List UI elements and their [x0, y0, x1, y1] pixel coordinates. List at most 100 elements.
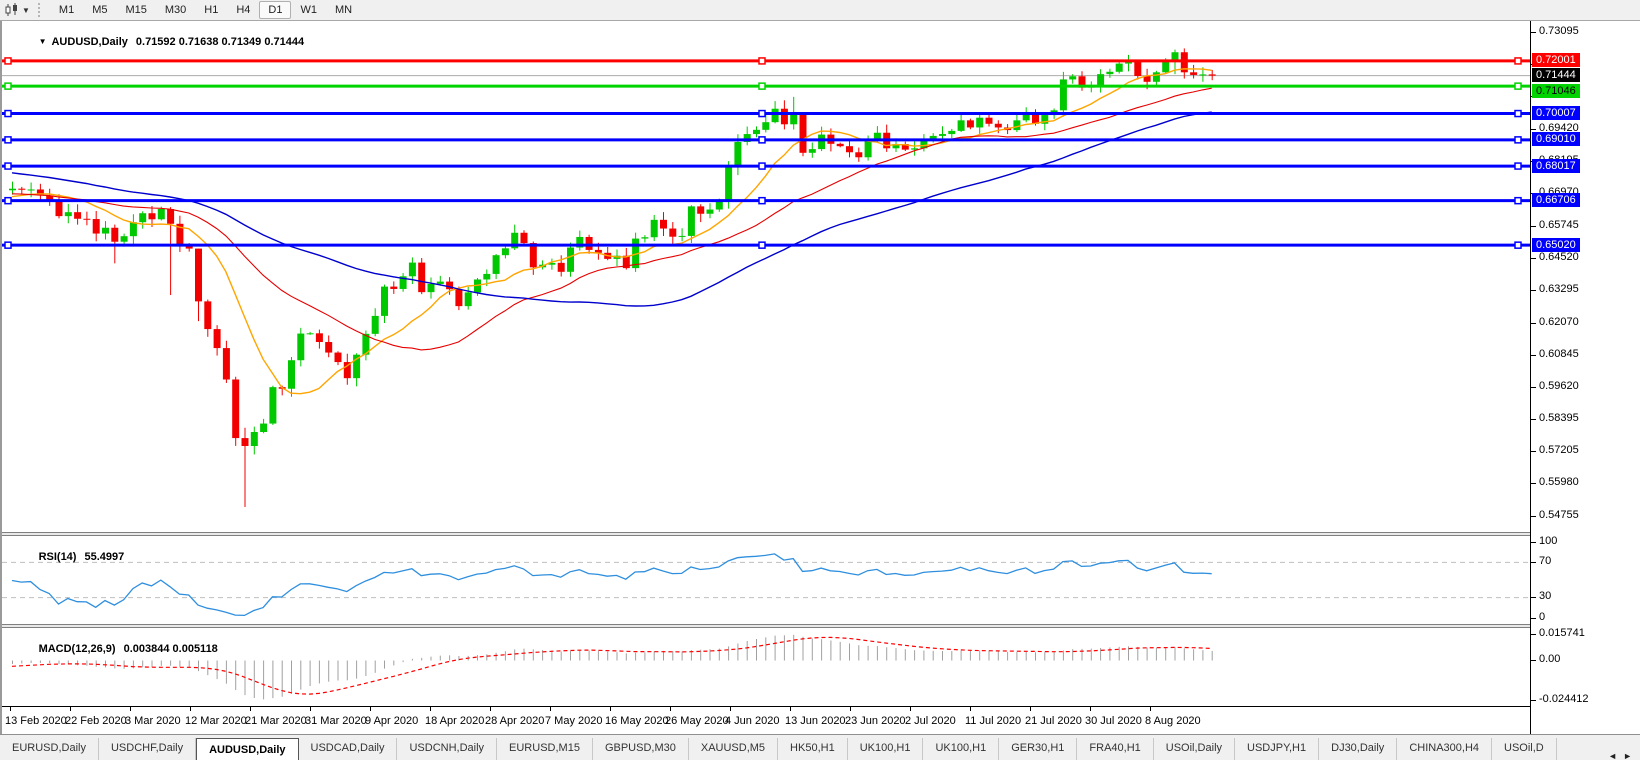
- chart-tab-eurusd-m15[interactable]: EURUSD,M15: [497, 738, 593, 760]
- timeframe-button-m15[interactable]: M15: [116, 1, 155, 19]
- line-drag-handle[interactable]: [1515, 83, 1521, 89]
- candle-body: [948, 131, 955, 134]
- line-drag-handle[interactable]: [759, 163, 765, 169]
- chart-tab-usoil-daily[interactable]: USOil,Daily: [1154, 738, 1235, 760]
- candle-body: [809, 149, 816, 153]
- date-tick-mark: [430, 707, 431, 711]
- chart-tab-xauusd-m5[interactable]: XAUUSD,M5: [689, 738, 778, 760]
- chart-tab-gbpusd-m30[interactable]: GBPUSD,M30: [593, 738, 689, 760]
- candle-body: [242, 438, 249, 446]
- line-drag-handle[interactable]: [759, 83, 765, 89]
- line-drag-handle[interactable]: [5, 111, 11, 117]
- candle-body: [939, 134, 946, 136]
- candle-body: [986, 118, 993, 124]
- chart-type-icon[interactable]: [3, 2, 21, 18]
- candle-body: [1106, 72, 1113, 74]
- price-axis[interactable]: 0.730950.718700.706450.694200.681950.669…: [1530, 21, 1640, 734]
- axis-tick-mark: [1531, 419, 1536, 420]
- axis-tick-mark: [1531, 618, 1536, 619]
- axis-tick-mark: [1531, 32, 1536, 33]
- chart-tab-ger30-h1[interactable]: GER30,H1: [999, 738, 1077, 760]
- chart-tab-china300-h4[interactable]: CHINA300,H4: [1397, 738, 1492, 760]
- tabs: EURUSD,DailyUSDCHF,DailyAUDUSD,DailyUSDC…: [0, 738, 1557, 760]
- date-tick-label: 12 Mar 2020: [185, 715, 247, 727]
- chart-tab-eurusd-daily[interactable]: EURUSD,Daily: [0, 738, 99, 760]
- tab-scroll-right-icon[interactable]: ►: [1623, 751, 1632, 760]
- chart-tab-usoil-d[interactable]: USOil,D: [1492, 738, 1557, 760]
- chart-tab-usdjpy-h1[interactable]: USDJPY,H1: [1235, 738, 1319, 760]
- line-drag-handle[interactable]: [5, 198, 11, 204]
- line-drag-handle[interactable]: [759, 198, 765, 204]
- chart-tab-uk100-h1[interactable]: UK100,H1: [848, 738, 924, 760]
- line-drag-handle[interactable]: [1515, 111, 1521, 117]
- line-drag-handle[interactable]: [759, 58, 765, 64]
- candle-body: [1153, 72, 1160, 82]
- date-tick-mark: [730, 707, 731, 711]
- timeframe-button-m1[interactable]: M1: [50, 1, 83, 19]
- candle-body: [530, 243, 537, 267]
- candle-body: [335, 353, 342, 363]
- line-drag-handle[interactable]: [1515, 198, 1521, 204]
- date-tick-label: 3 Mar 2020: [125, 715, 181, 727]
- candle-body: [288, 360, 295, 389]
- line-drag-handle[interactable]: [1515, 163, 1521, 169]
- chart-tab-usdchf-daily[interactable]: USDCHF,Daily: [99, 738, 196, 760]
- price-level-badge: 0.68017: [1532, 159, 1580, 173]
- date-axis[interactable]: 13 Feb 202022 Feb 20203 Mar 202012 Mar 2…: [2, 706, 1530, 735]
- candle-body: [874, 133, 881, 139]
- candle-body: [437, 282, 444, 284]
- candle-body: [586, 237, 593, 250]
- axis-tick-mark: [1531, 483, 1536, 484]
- line-drag-handle[interactable]: [1515, 242, 1521, 248]
- timeframe-button-m30[interactable]: M30: [156, 1, 195, 19]
- chart-tab-audusd-daily[interactable]: AUDUSD,Daily: [196, 738, 298, 760]
- rsi-title: RSI(14)55.4997: [8, 539, 124, 575]
- timeframe-button-d1[interactable]: D1: [259, 1, 291, 19]
- line-drag-handle[interactable]: [5, 163, 11, 169]
- rsi-pane[interactable]: RSI(14)55.4997: [2, 536, 1530, 624]
- chart-tab-usdcad-daily[interactable]: USDCAD,Daily: [299, 738, 398, 760]
- date-tick-label: 11 Jul 2020: [965, 715, 1021, 727]
- price-tick-label: 0.60845: [1539, 348, 1579, 360]
- timeframe-button-w1[interactable]: W1: [291, 1, 326, 19]
- candle-body: [1162, 62, 1169, 72]
- candle-body: [232, 379, 239, 438]
- ohlc-values: 0.71592 0.71638 0.71349 0.71444: [136, 36, 304, 48]
- candle-body: [111, 228, 118, 242]
- line-drag-handle[interactable]: [759, 242, 765, 248]
- candle-body: [269, 387, 276, 423]
- chart-tab-dj30-daily[interactable]: DJ30,Daily: [1319, 738, 1397, 760]
- candle-body: [465, 292, 472, 306]
- dropdown-caret-icon[interactable]: ▼: [22, 6, 30, 15]
- price-level-badge: 0.70007: [1532, 106, 1580, 120]
- date-tick-label: 26 May 2020: [665, 715, 729, 727]
- chart-tab-usdcnh-daily[interactable]: USDCNH,Daily: [397, 738, 497, 760]
- tab-scroll-left-icon[interactable]: ◄: [1608, 751, 1617, 760]
- date-tick-mark: [250, 707, 251, 711]
- line-drag-handle[interactable]: [5, 137, 11, 143]
- chart-tab-fra40-h1[interactable]: FRA40,H1: [1077, 738, 1153, 760]
- axis-tick-mark: [1531, 516, 1536, 517]
- timeframe-button-h4[interactable]: H4: [227, 1, 259, 19]
- candle-body: [428, 284, 435, 292]
- line-drag-handle[interactable]: [759, 137, 765, 143]
- line-drag-handle[interactable]: [1515, 58, 1521, 64]
- line-drag-handle[interactable]: [1515, 137, 1521, 143]
- price-level-badge: 0.69010: [1532, 132, 1580, 146]
- line-drag-handle[interactable]: [5, 242, 11, 248]
- price-level-badge: 0.66706: [1532, 193, 1580, 207]
- axis-tick-mark: [1531, 634, 1536, 635]
- candle-body: [753, 130, 760, 134]
- timeframe-button-m5[interactable]: M5: [83, 1, 116, 19]
- macd-pane[interactable]: MACD(12,26,9)0.003844 0.005118: [2, 628, 1530, 706]
- line-drag-handle[interactable]: [5, 83, 11, 89]
- candle-body: [455, 289, 462, 306]
- chart-tab-hk50-h1[interactable]: HK50,H1: [778, 738, 848, 760]
- timeframe-button-h1[interactable]: H1: [195, 1, 227, 19]
- timeframe-button-mn[interactable]: MN: [326, 1, 361, 19]
- chart-menu-icon[interactable]: ▼: [39, 37, 47, 46]
- price-pane[interactable]: ▼AUDUSD,Daily0.71592 0.71638 0.71349 0.7…: [2, 21, 1530, 532]
- line-drag-handle[interactable]: [759, 111, 765, 117]
- chart-tab-uk100-h1[interactable]: UK100,H1: [923, 738, 999, 760]
- candle-body: [818, 135, 825, 150]
